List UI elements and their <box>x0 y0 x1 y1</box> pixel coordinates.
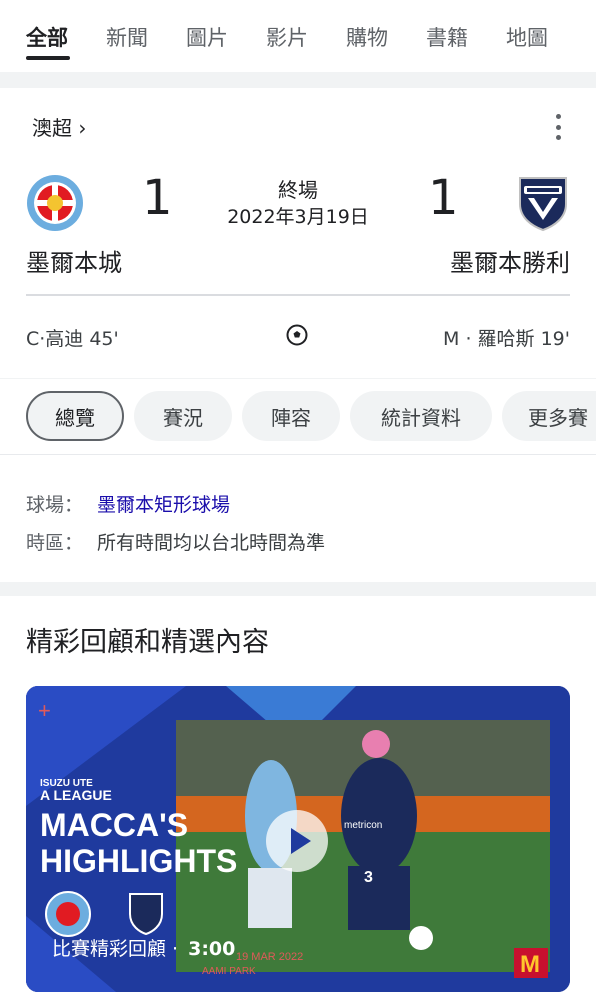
search-tabs: 全部 新聞 圖片 影片 購物 書籍 地圖 <box>0 0 596 72</box>
chevron-right-icon: › <box>78 116 87 140</box>
timezone-value: 所有時間均以台北時間為準 <box>97 532 326 554</box>
venue-link[interactable]: 墨爾本矩形球場 <box>97 494 230 516</box>
away-score: 1 <box>428 170 459 226</box>
thumb-date: 19 MAR 2022 <box>236 951 303 963</box>
tab-videos[interactable]: 影片 <box>266 22 308 52</box>
thumb-league-label: A LEAGUE <box>40 787 112 803</box>
play-icon[interactable] <box>266 810 328 872</box>
venue-label: 球場： <box>26 494 84 516</box>
timezone-label: 時區： <box>26 532 84 554</box>
divider <box>0 378 596 379</box>
thumb-venue: AAMI PARK <box>202 966 256 977</box>
away-team-name[interactable]: 墨爾本勝利 <box>450 243 570 278</box>
thumb-title-line1: MACCA'S <box>40 807 188 843</box>
chip-overview[interactable]: 總覽 <box>26 391 124 441</box>
more-options-icon[interactable] <box>548 114 568 140</box>
tab-images[interactable]: 圖片 <box>186 22 228 52</box>
melbourne-victory-logo[interactable] <box>514 174 572 232</box>
chip-stats[interactable]: 統計資料 <box>350 391 492 441</box>
match-tabs: 總覽 賽況 陣容 統計資料 更多賽 <box>26 391 596 441</box>
league-name: 澳超 <box>32 116 72 140</box>
thumb-title-line2: HIGHLIGHTS <box>40 843 237 879</box>
divider <box>26 294 570 296</box>
home-team-name[interactable]: 墨爾本城 <box>26 243 122 278</box>
melbourne-city-logo[interactable] <box>26 174 84 232</box>
active-tab-indicator <box>26 56 70 60</box>
match-status: 終場 <box>278 178 318 202</box>
thumb-shirt-sponsor: metricon <box>344 820 382 831</box>
soccer-ball-icon <box>286 324 308 346</box>
venue-row: 球場： 墨爾本矩形球場 <box>26 490 230 517</box>
chip-lineups[interactable]: 陣容 <box>242 391 340 441</box>
section-separator <box>0 582 596 596</box>
home-goal-scorer: C·高迪 45' <box>26 328 119 350</box>
chip-timeline[interactable]: 賽況 <box>134 391 232 441</box>
divider <box>0 454 596 455</box>
thumb-sponsor-label: ISUZU UTE <box>40 778 93 789</box>
away-goal-scorer: M · 羅哈斯 19' <box>443 328 570 350</box>
chip-more-matches[interactable]: 更多賽 <box>502 391 596 441</box>
video-caption: 比賽精彩回顧 · 3:00 <box>52 934 235 961</box>
tab-maps[interactable]: 地圖 <box>506 22 548 52</box>
tab-all[interactable]: 全部 <box>26 22 68 52</box>
highlight-video-card[interactable]: A LEAGUE ISUZU UTE MACCA'S HIGHLIGHTS 3 … <box>26 686 570 992</box>
league-link[interactable]: 澳超 › <box>32 112 86 141</box>
match-date: 2022年3月19日 <box>227 206 369 228</box>
highlights-title: 精彩回顧和精選內容 <box>26 627 269 658</box>
section-separator <box>0 72 596 88</box>
svg-text:M: M <box>520 951 540 978</box>
tab-news[interactable]: 新聞 <box>106 22 148 52</box>
svg-text:+: + <box>38 698 51 723</box>
video-caption-text: 比賽精彩回顧 · <box>52 938 179 960</box>
tab-shopping[interactable]: 購物 <box>346 22 388 52</box>
thumb-jersey-number: 3 <box>364 869 373 886</box>
home-score: 1 <box>142 170 173 226</box>
timezone-row: 時區： 所有時間均以台北時間為準 <box>26 528 325 555</box>
tab-books[interactable]: 書籍 <box>426 22 468 52</box>
video-duration: 3:00 <box>188 938 236 960</box>
